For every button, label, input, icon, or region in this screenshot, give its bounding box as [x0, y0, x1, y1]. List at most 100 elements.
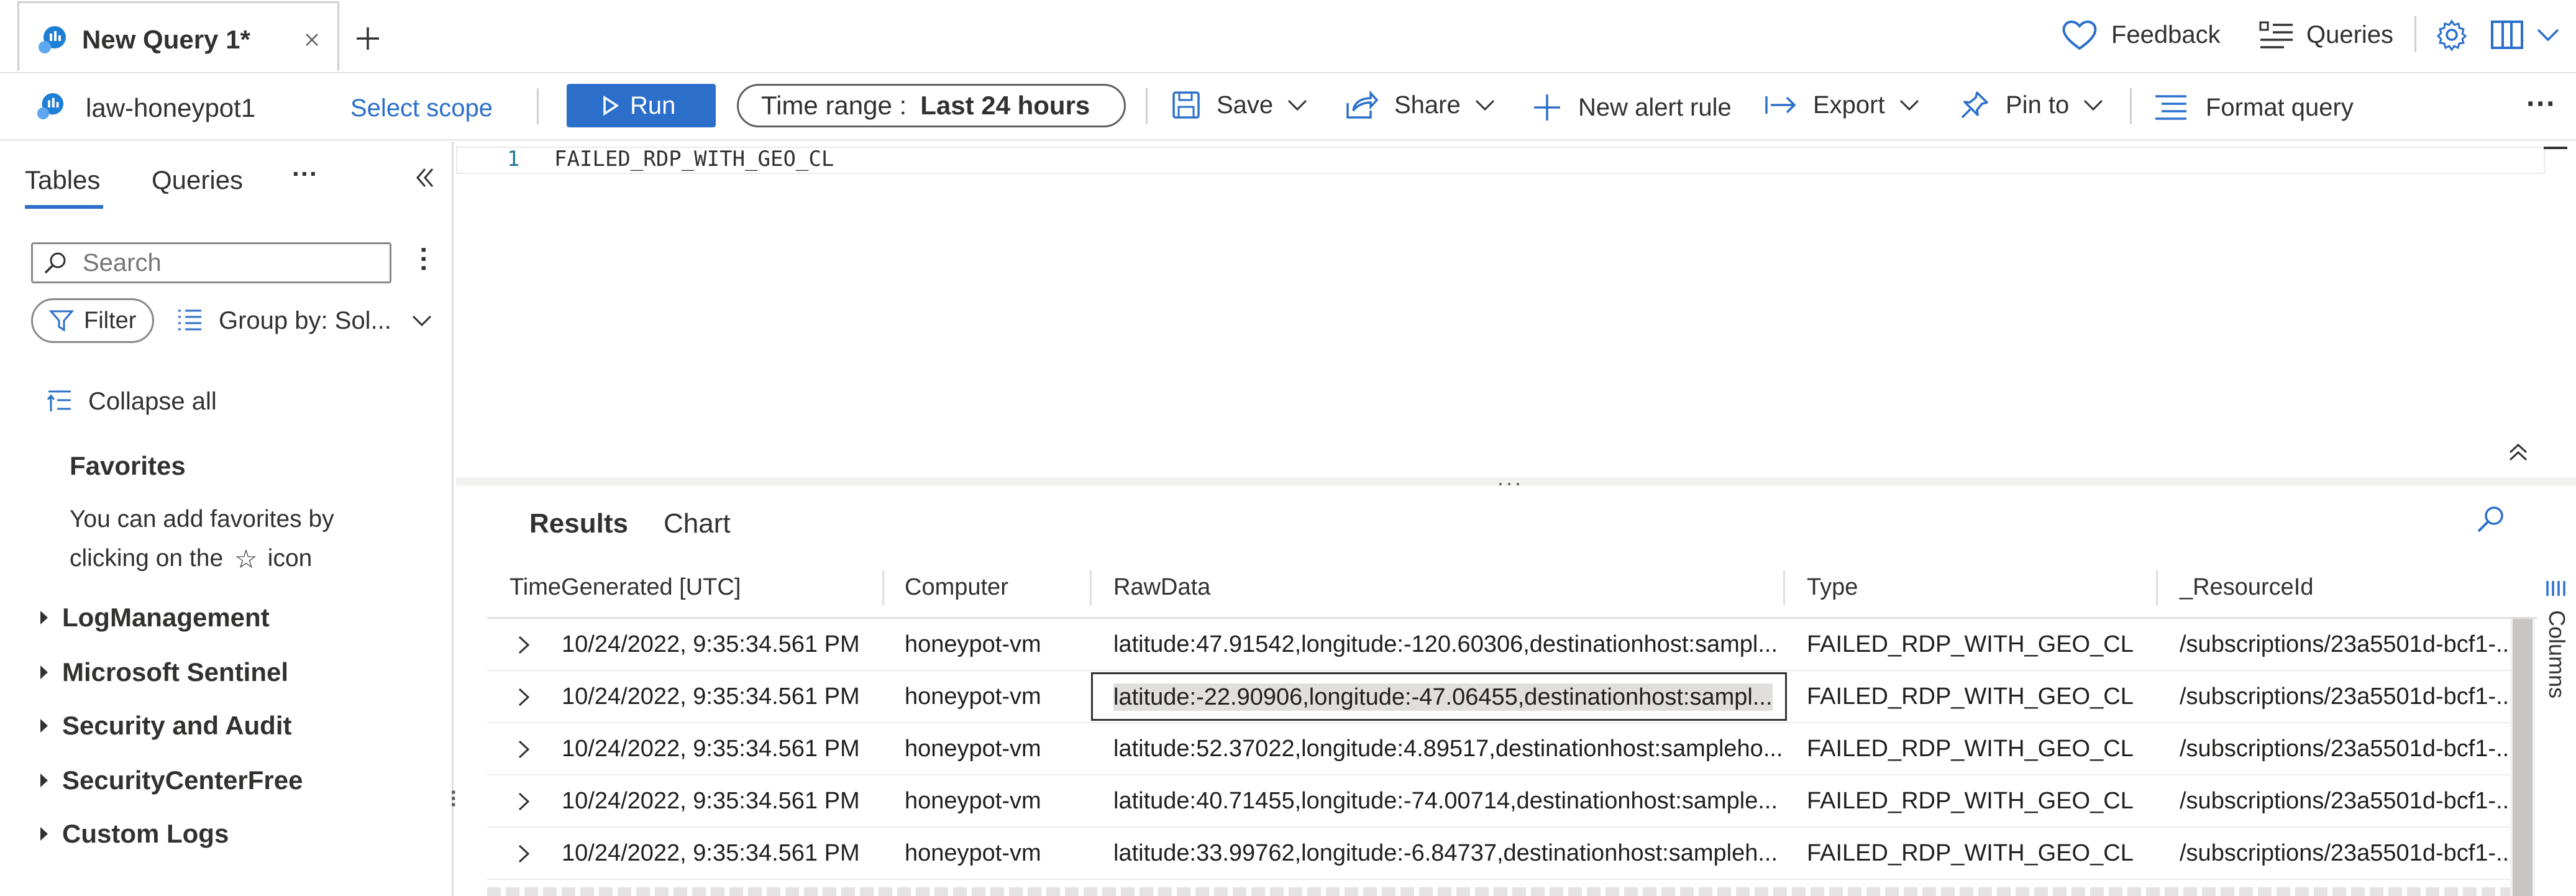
table-row[interactable]: 10/24/2022, 9:35:34.561 PM honeypot-vm l…	[487, 619, 2516, 671]
filter-button[interactable]: Filter	[31, 298, 154, 343]
cell-rawdata-selected[interactable]: latitude:-22.90906,longitude:-47.06455,d…	[1113, 683, 1773, 711]
columns-panel-toggle[interactable]: Columns	[2537, 558, 2576, 896]
column-resizer[interactable]	[882, 570, 884, 605]
log-analytics-icon	[39, 26, 66, 53]
caret-right-icon	[40, 827, 48, 841]
column-header-rawdata[interactable]: RawData	[1113, 558, 1210, 617]
close-tab-icon[interactable]	[304, 32, 319, 47]
tab-queries[interactable]: Queries	[152, 165, 243, 195]
queries-icon[interactable]	[2259, 20, 2294, 51]
book-icon[interactable]	[2490, 20, 2524, 50]
tree-item-logmanagement[interactable]: LogManagement	[39, 599, 270, 636]
search-results-icon[interactable]	[2475, 503, 2506, 534]
column-resizer[interactable]	[2156, 570, 2158, 605]
tree-item-security-and-audit[interactable]: Security and Audit	[39, 707, 292, 744]
column-header-type[interactable]: Type	[1807, 558, 1858, 617]
cell-type: FAILED_RDP_WITH_GEO_CL	[1807, 631, 2134, 657]
queries-link[interactable]: Queries	[2306, 21, 2393, 49]
table-row[interactable]: 10/24/2022, 9:35:34.561 PM honeypot-vm l…	[487, 671, 2516, 723]
query-editor[interactable]	[456, 142, 2576, 477]
column-resizer[interactable]	[1783, 570, 1785, 605]
gear-icon[interactable]	[2436, 19, 2468, 51]
tree-item-label: LogManagement	[62, 603, 270, 632]
tree-item-custom-logs[interactable]: Custom Logs	[39, 815, 229, 853]
expand-row-icon[interactable]	[517, 687, 531, 707]
collapse-all-label: Collapse all	[88, 387, 217, 415]
plus-icon	[1534, 94, 1560, 121]
column-header-computer[interactable]: Computer	[905, 558, 1008, 617]
divider	[1146, 88, 1148, 124]
cell-resourceid: /subscriptions/23a5501d-bcf1-...	[2180, 631, 2516, 657]
minimap-marker	[2544, 147, 2567, 149]
results-scrollbar-thumb[interactable]	[2513, 619, 2533, 896]
cell-type: FAILED_RDP_WITH_GEO_CL	[1807, 735, 2134, 762]
export-icon	[1765, 96, 1796, 114]
cell-computer: honeypot-vm	[905, 839, 1041, 866]
splitter-grip[interactable]: ...	[1497, 465, 1523, 491]
save-button[interactable]: Save	[1172, 86, 1308, 124]
share-label: Share	[1394, 91, 1461, 119]
cell-rawdata[interactable]: latitude:40.71455,longitude:-74.00714,de…	[1113, 775, 1778, 826]
search-input[interactable]	[81, 248, 382, 278]
collapse-editor-icon[interactable]	[2508, 441, 2529, 462]
run-button[interactable]: Run	[567, 84, 716, 127]
more-options-button[interactable]: ···	[2526, 87, 2556, 121]
active-tab-indicator	[25, 205, 103, 209]
query-text[interactable]: FAILED_RDP_WITH_GEO_CL	[554, 147, 834, 171]
format-icon	[2155, 95, 2186, 120]
cell-rawdata[interactable]: latitude:47.91542,longitude:-120.60306,d…	[1113, 619, 1778, 670]
time-range-picker[interactable]: Time range : Last 24 hours	[737, 84, 1126, 127]
panel-resize-handle[interactable]: ...	[446, 789, 472, 808]
divider	[537, 88, 539, 124]
group-by-label: Group by: Sol...	[219, 306, 391, 334]
tree-item-microsoft-sentinel[interactable]: Microsoft Sentinel	[39, 654, 288, 691]
panel-more-button[interactable]: ···	[292, 159, 318, 189]
expand-row-icon[interactable]	[517, 844, 531, 864]
new-tab-icon[interactable]	[353, 24, 383, 53]
caret-right-icon	[40, 774, 48, 787]
format-query-button[interactable]: Format query	[2154, 88, 2354, 127]
table-row[interactable]: 10/24/2022, 9:35:34.561 PM honeypot-vm l…	[487, 828, 2516, 880]
new-alert-rule-button[interactable]: New alert rule	[1532, 88, 1732, 127]
tab-chart[interactable]: Chart	[664, 508, 731, 539]
export-button[interactable]: Export	[1765, 86, 1920, 124]
pin-to-button[interactable]: Pin to	[1960, 86, 2104, 124]
tab-results[interactable]: Results	[529, 508, 628, 539]
cell-resourceid: /subscriptions/23a5501d-bcf1-...	[2180, 787, 2516, 814]
tree-item-label: SecurityCenterFree	[62, 766, 303, 795]
cell-computer: honeypot-vm	[905, 787, 1041, 814]
feedback-link[interactable]: Feedback	[2111, 21, 2221, 49]
cell-computer: honeypot-vm	[905, 631, 1041, 657]
column-header-resourceid[interactable]: _ResourceId	[2180, 558, 2313, 617]
expand-row-icon[interactable]	[517, 792, 531, 811]
collapse-panel-icon[interactable]	[414, 167, 436, 189]
pin-icon	[1961, 91, 1988, 119]
column-header-timegenerated[interactable]: TimeGenerated [UTC]	[509, 558, 741, 617]
group-by-dropdown[interactable]: Group by: Sol...	[176, 302, 432, 339]
share-button[interactable]: Share	[1346, 86, 1496, 124]
chevron-down-icon[interactable]	[2536, 27, 2560, 42]
collapse-all-button[interactable]: Collapse all	[46, 382, 217, 421]
column-resizer[interactable]	[1090, 570, 1092, 605]
run-label: Run	[630, 91, 676, 119]
search-box[interactable]	[31, 242, 391, 283]
cell-resourceid: /subscriptions/23a5501d-bcf1-...	[2180, 683, 2516, 710]
cell-computer: honeypot-vm	[905, 683, 1041, 710]
search-options-button[interactable]: ···	[408, 246, 439, 273]
tree-item-securitycenterfree[interactable]: SecurityCenterFree	[39, 762, 303, 799]
results-grid-header: TimeGenerated [UTC] Computer RawData Typ…	[487, 558, 2537, 619]
tab-tables[interactable]: Tables	[25, 165, 100, 195]
cell-rawdata[interactable]: latitude:33.99762,longitude:-6.84737,des…	[1113, 828, 1778, 879]
heart-icon[interactable]	[2060, 17, 2099, 52]
table-row[interactable]: 10/24/2022, 9:35:34.561 PM honeypot-vm l…	[487, 775, 2516, 828]
caret-right-icon	[40, 611, 48, 624]
cell-timegenerated: 10/24/2022, 9:35:34.561 PM	[562, 631, 860, 657]
caret-right-icon	[40, 665, 48, 679]
select-scope-link[interactable]: Select scope	[350, 94, 493, 122]
list-icon	[178, 309, 201, 331]
cell-rawdata[interactable]: latitude:52.37022,longitude:4.89517,dest…	[1113, 723, 1783, 774]
expand-row-icon[interactable]	[517, 739, 531, 759]
expand-row-icon[interactable]	[517, 635, 531, 655]
table-row-partial	[487, 884, 2510, 896]
table-row[interactable]: 10/24/2022, 9:35:34.561 PM honeypot-vm l…	[487, 723, 2516, 775]
